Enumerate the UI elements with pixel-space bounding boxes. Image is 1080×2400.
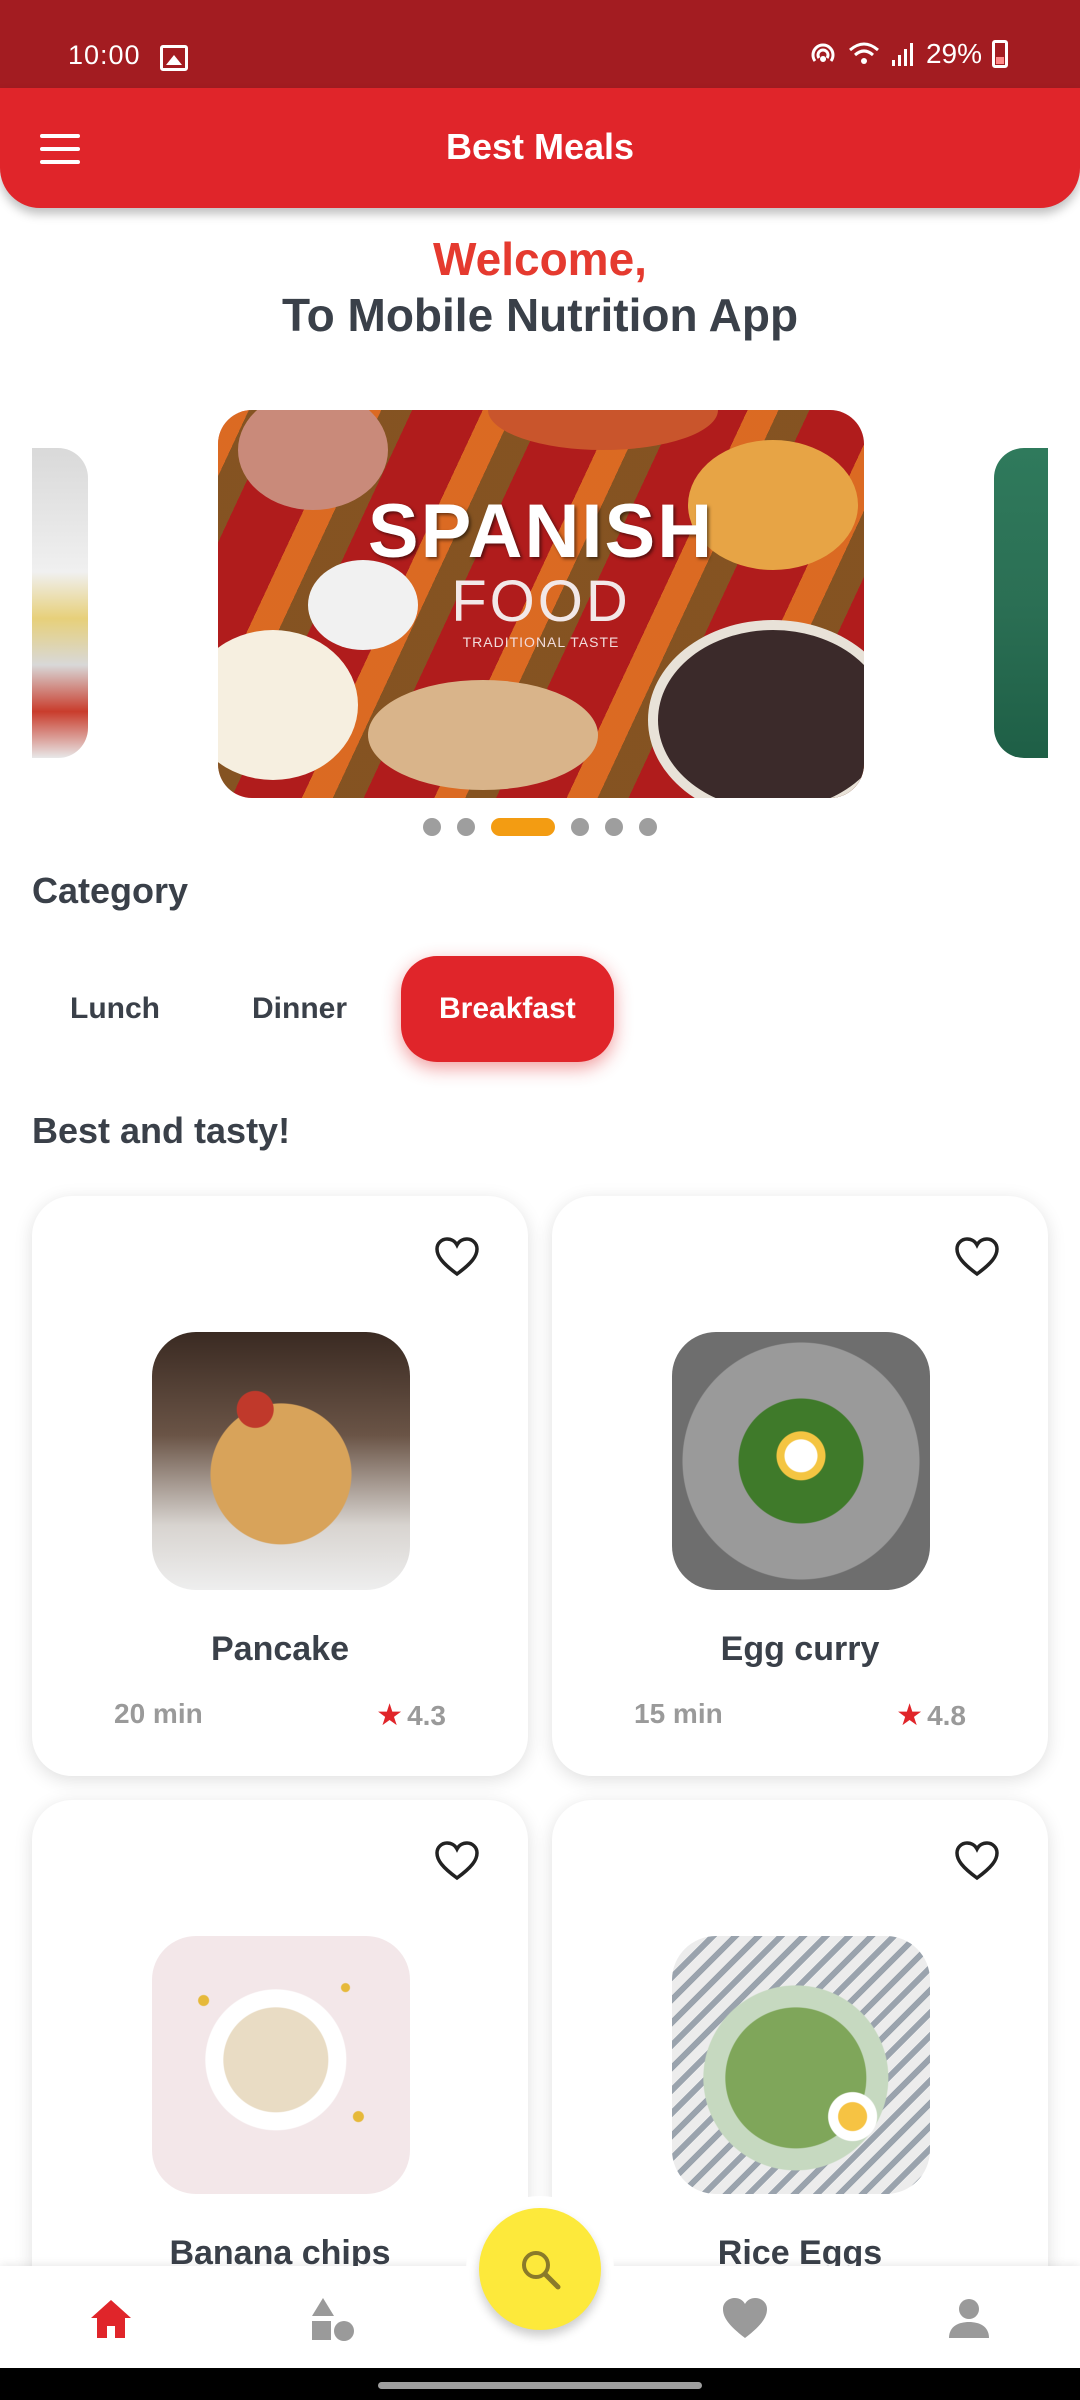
meal-time: 20 min [114, 1698, 203, 1729]
banner-subtitle: FOOD [451, 569, 631, 634]
wifi-icon [848, 42, 879, 64]
welcome-subtitle: To Mobile Nutrition App [281, 289, 799, 341]
search-fab[interactable] [479, 2208, 601, 2330]
favorite-heart-icon[interactable] [954, 1840, 1000, 1882]
meal-rating: ★ 4.3 [376, 1698, 446, 1733]
favorite-heart-icon[interactable] [954, 1236, 1000, 1278]
star-icon: ★ [376, 1699, 404, 1732]
banner-tagline: TRADITIONAL TASTE [462, 634, 620, 650]
status-indicators: 29% [808, 38, 1008, 70]
meal-name: Pancake [211, 1630, 349, 1668]
meal-image [672, 1332, 930, 1590]
battery-icon [992, 40, 1008, 68]
meal-image [672, 1936, 930, 2194]
battery-percent: 29% [925, 38, 982, 69]
carousel-slide-next[interactable] [994, 448, 1048, 758]
banner-carousel[interactable]: SPANISH FOOD TRADITIONAL TASTE [0, 400, 1080, 820]
welcome-heading: Welcome, [433, 233, 647, 285]
category-chip-lunch[interactable]: Lunch [32, 956, 198, 1062]
favorite-heart-icon[interactable] [434, 1236, 480, 1278]
meal-image [152, 1332, 410, 1590]
meal-time: 15 min [634, 1698, 723, 1729]
carousel-dot[interactable] [457, 818, 475, 836]
heart-icon[interactable] [720, 2294, 770, 2344]
meal-card-egg-curry[interactable]: Egg curry 15 min ★ 4.8 [552, 1196, 1048, 1776]
carousel-slide-previous[interactable] [32, 448, 88, 758]
star-icon: ★ [896, 1699, 924, 1732]
signal-icon [891, 43, 913, 66]
carousel-indicator [0, 818, 1080, 836]
meal-image [152, 1936, 410, 2194]
carousel-dot[interactable] [423, 818, 441, 836]
app-bar: Best Meals [0, 88, 1080, 208]
category-chip-breakfast[interactable]: Breakfast [401, 956, 614, 1062]
status-bar: 10:00 29% [0, 0, 1080, 88]
hotspot-icon [811, 43, 835, 62]
person-icon[interactable] [944, 2294, 994, 2344]
banner-title: SPANISH [367, 489, 715, 574]
category-chip-dinner[interactable]: Dinner [214, 956, 385, 1062]
carousel-dot[interactable] [571, 818, 589, 836]
home-icon[interactable] [86, 2294, 136, 2344]
gallery-notification-icon [160, 45, 188, 71]
favorite-heart-icon[interactable] [434, 1840, 480, 1882]
shapes-icon[interactable] [308, 2294, 358, 2344]
best-heading: Best and tasty! [32, 1110, 291, 1151]
status-time: 10:00 [68, 40, 141, 70]
search-icon [522, 2251, 561, 2290]
carousel-dot-active[interactable] [491, 818, 555, 836]
category-heading: Category [32, 870, 189, 911]
app-title: Best Meals [445, 126, 635, 167]
category-tabs: Lunch Dinner Breakfast [32, 956, 614, 1062]
meal-name: Egg curry [720, 1630, 880, 1668]
meal-rating-value: 4.8 [927, 1699, 966, 1731]
meal-rating-value: 4.3 [407, 1699, 446, 1731]
carousel-dot[interactable] [605, 818, 623, 836]
meal-rating: ★ 4.8 [896, 1698, 966, 1733]
carousel-slide-current[interactable]: SPANISH FOOD TRADITIONAL TASTE [218, 410, 864, 798]
meal-card-pancake[interactable]: Pancake 20 min ★ 4.3 [32, 1196, 528, 1776]
home-indicator[interactable] [378, 2382, 702, 2389]
carousel-dot[interactable] [639, 818, 657, 836]
